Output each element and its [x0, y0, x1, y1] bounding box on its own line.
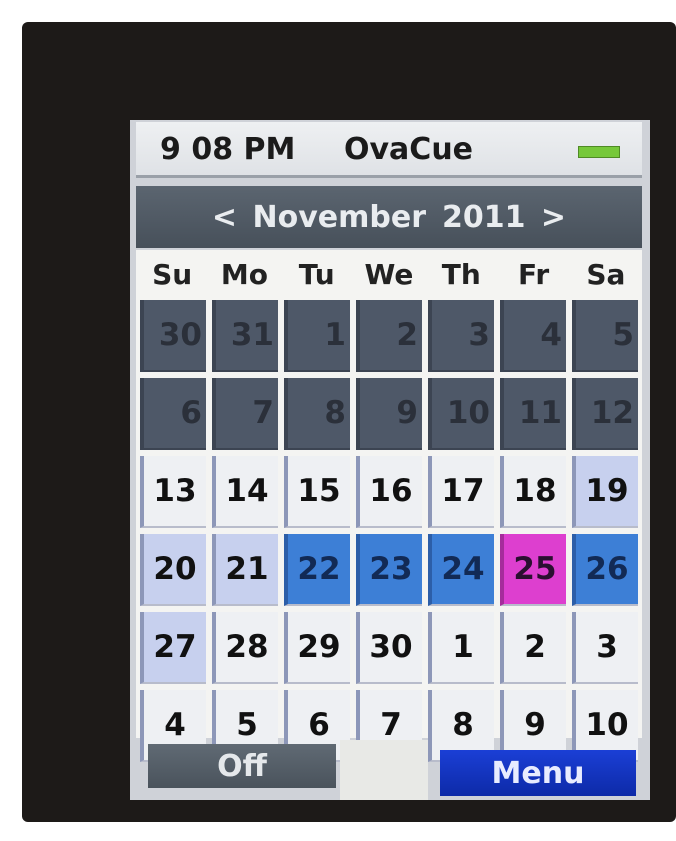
app-name: OvaCue [344, 132, 474, 167]
day-cell[interactable]: 23 [356, 534, 422, 606]
day-cell[interactable]: 21 [212, 534, 278, 606]
day-cell[interactable]: 10 [428, 378, 494, 450]
screen: 9 08 PM OvaCue < November 2011 > Su Mo Tu W… [130, 120, 650, 800]
soft-key-gap [340, 740, 428, 800]
next-month-button[interactable]: > [534, 200, 574, 235]
day-cell[interactable]: 19 [572, 456, 638, 528]
off-button[interactable]: Off [148, 744, 336, 788]
day-cell[interactable]: 18 [500, 456, 566, 528]
weekday-label: Fr [517, 257, 550, 291]
day-cell[interactable]: 27 [140, 612, 206, 684]
days-grid: 30 31 1 2 3 4 5 6 7 8 9 10 11 12 13 14 15 16 17 18 19 20 21 22 2… [136, 298, 642, 762]
day-cell[interactable]: 22 [284, 534, 350, 606]
weekday-label: Th [441, 257, 481, 291]
day-cell[interactable]: 1 [284, 300, 350, 372]
bottom-bar: Off Menu [130, 740, 650, 800]
month-label: November [252, 199, 427, 235]
day-cell[interactable]: 4 [500, 300, 566, 372]
day-cell[interactable]: 5 [572, 300, 638, 372]
day-cell[interactable]: 31 [212, 300, 278, 372]
weekday-row: Su Mo Tu We Th Fr Sa [136, 250, 642, 298]
day-cell[interactable]: 7 [212, 378, 278, 450]
month-header: < November 2011 > [136, 186, 642, 248]
status-bar: 9 08 PM OvaCue [136, 122, 642, 178]
day-cell[interactable]: 3 [428, 300, 494, 372]
calendar-grid: Su Mo Tu We Th Fr Sa 30 31 1 2 3 4 5 6 7 8 9 10 11 12 13 14 15… [136, 250, 642, 762]
day-cell[interactable]: 2 [356, 300, 422, 372]
day-cell[interactable]: 24 [428, 534, 494, 606]
day-cell[interactable]: 20 [140, 534, 206, 606]
battery-icon [578, 146, 620, 158]
day-cell[interactable]: 12 [572, 378, 638, 450]
status-time: 9 08 PM [160, 132, 296, 167]
weekday-label: Su [152, 257, 193, 291]
day-cell[interactable]: 6 [140, 378, 206, 450]
weekday-label: Sa [586, 257, 626, 291]
day-cell[interactable]: 2 [500, 612, 566, 684]
day-cell[interactable]: 11 [500, 378, 566, 450]
day-cell[interactable]: 30 [140, 300, 206, 372]
day-cell[interactable]: 30 [356, 612, 422, 684]
day-cell[interactable]: 15 [284, 456, 350, 528]
prev-month-button[interactable]: < [205, 200, 245, 235]
day-cell[interactable]: 13 [140, 456, 206, 528]
day-cell[interactable]: 14 [212, 456, 278, 528]
day-cell[interactable]: 3 [572, 612, 638, 684]
day-cell[interactable]: 26 [572, 534, 638, 606]
menu-button[interactable]: Menu [440, 750, 636, 796]
day-cell[interactable]: 29 [284, 612, 350, 684]
day-cell[interactable]: 9 [356, 378, 422, 450]
day-cell[interactable]: 8 [284, 378, 350, 450]
day-cell[interactable]: 17 [428, 456, 494, 528]
weekday-label: Mo [220, 257, 268, 291]
day-cell[interactable]: 25 [500, 534, 566, 606]
day-cell[interactable]: 16 [356, 456, 422, 528]
day-cell[interactable]: 1 [428, 612, 494, 684]
weekday-label: Tu [298, 257, 335, 291]
day-cell[interactable]: 28 [212, 612, 278, 684]
year-label: 2011 [442, 199, 526, 235]
device-frame: 9 08 PM OvaCue < November 2011 > Su Mo Tu W… [22, 22, 676, 822]
weekday-label: We [364, 257, 414, 291]
